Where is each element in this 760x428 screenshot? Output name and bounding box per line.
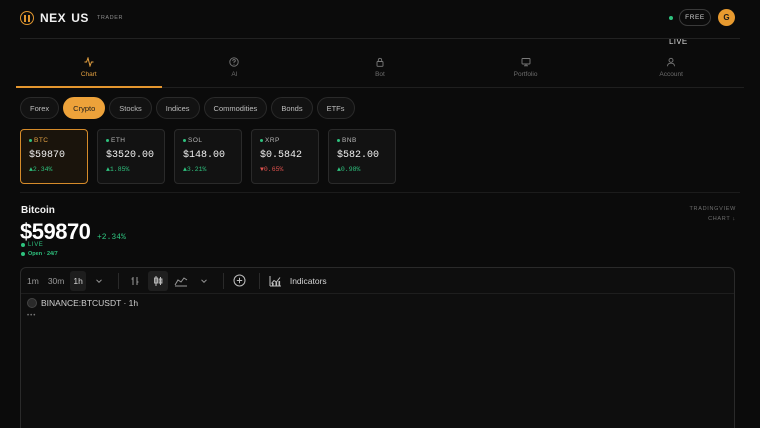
tab-forex[interactable]: Forex: [20, 97, 60, 119]
nav-label-chart: Chart: [80, 71, 97, 78]
nav-label-ai: AI: [231, 71, 238, 78]
chart-toolbar: 1m 30m 1h Indicators: [21, 268, 734, 294]
ticker-card-bnb[interactable]: BNB $582.00 ▲0.98%: [328, 129, 396, 184]
chart-symbol-label: BINANCE:BTCUSDT · 1h: [27, 298, 138, 308]
asset-name: Bitcoin: [21, 205, 55, 216]
tab-crypto[interactable]: Crypto: [63, 97, 106, 119]
section-divider: [20, 192, 740, 193]
tab-stocks[interactable]: Stocks: [109, 97, 152, 119]
nav-item-ai[interactable]: AI: [162, 50, 308, 87]
indicators-icon[interactable]: [266, 271, 286, 291]
interval-1m-button[interactable]: 1m: [24, 271, 42, 291]
asset-change: +2.34%: [97, 233, 126, 242]
avatar[interactable]: G: [718, 9, 735, 26]
ticker-price: $59870: [29, 150, 66, 161]
nav-label-bot: Bot: [375, 71, 385, 78]
ticker-change: ▲2.34%: [29, 166, 53, 173]
ticker-symbol: ETH: [106, 137, 156, 144]
interval-1h-button[interactable]: 1h: [70, 270, 86, 291]
interval-30m-button[interactable]: 30m: [45, 271, 68, 291]
ticker-price: $148.00: [183, 150, 226, 161]
ticker-symbol-text: BNB: [342, 137, 357, 144]
nav-label-portfolio: Portfolio: [513, 71, 538, 78]
chevron-down-icon[interactable]: [89, 271, 109, 291]
lock-icon: [375, 56, 385, 68]
ticker-card-eth[interactable]: ETH $3520.00 ▲1.85%: [97, 129, 165, 184]
ticker-price: $3520.00: [106, 150, 155, 161]
logo-icon: [20, 11, 34, 25]
bar-chart-style-icon[interactable]: [125, 271, 145, 291]
live-badge: LIVE: [21, 242, 43, 248]
session-status: Open · 24/7: [21, 251, 58, 257]
live-dot-icon: [183, 139, 186, 142]
ticker-symbol-text: SOL: [188, 137, 203, 144]
ticker-change: ▲0.98%: [337, 166, 361, 173]
tab-etfs[interactable]: ETFs: [316, 97, 355, 119]
market-tabs: Forex Crypto Stocks Indices Commodities …: [20, 97, 355, 119]
tradingview-chart-link[interactable]: TRADINGVIEW CHART ↓: [680, 204, 736, 224]
tab-bonds[interactable]: Bonds: [271, 97, 313, 119]
tradingview-label-line-1: TRADINGVIEW: [689, 206, 736, 212]
ticker-symbol-text: XRP: [265, 137, 280, 144]
brand-name-part-1: NEX: [40, 11, 67, 25]
area-chart-icon[interactable]: [171, 271, 191, 291]
ticker-change: ▼0.65%: [260, 166, 284, 173]
exchange-logo-icon: [27, 298, 37, 308]
chart-panel[interactable]: 1m 30m 1h Indicators BINANCE:BTCUSDT · 1…: [20, 267, 735, 428]
session-status-text: Open · 24/7: [28, 251, 58, 257]
main-nav: Chart AI Bot Portfolio Account: [16, 50, 744, 88]
tab-commodities[interactable]: Commodities: [203, 97, 268, 119]
add-circle-icon[interactable]: [230, 271, 250, 291]
nav-item-portfolio[interactable]: Portfolio: [453, 50, 599, 87]
ticker-symbol-text: ETH: [111, 137, 126, 144]
status-dot-icon: [21, 252, 25, 256]
nav-item-bot[interactable]: Bot: [307, 50, 453, 87]
tab-indices[interactable]: Indices: [155, 97, 200, 119]
plan-badge-button[interactable]: FREE: [679, 9, 711, 26]
indicators-button[interactable]: Indicators: [290, 276, 327, 286]
ticker-symbol-text: BTC: [34, 137, 49, 144]
brand-name-part-2: US: [71, 11, 89, 25]
live-dot-icon: [29, 139, 32, 142]
ticker-symbol: XRP: [260, 137, 310, 144]
toolbar-separator: [117, 272, 119, 289]
live-badge-text: LIVE: [28, 242, 44, 248]
tradingview-label-line-2: CHART ↓: [708, 216, 736, 222]
ticker-price: $582.00: [337, 150, 380, 161]
monitor-icon: [521, 56, 531, 68]
live-status-dot: [669, 16, 673, 20]
ticker-change: ▲1.85%: [106, 166, 130, 173]
chart-symbol-text: BINANCE:BTCUSDT · 1h: [41, 298, 139, 308]
ticker-symbol: BNB: [337, 137, 387, 144]
top-bar: NEX US TRADER: [0, 0, 760, 36]
ticker-card-btc[interactable]: BTC $59870 ▲2.34%: [20, 129, 88, 184]
help-circle-icon: [229, 56, 240, 68]
activity-icon: [84, 56, 94, 68]
live-dot-icon: [106, 139, 109, 142]
chevron-down-icon[interactable]: [194, 271, 214, 291]
loading-indicator: •••: [27, 313, 37, 319]
brand-tagline: TRADER: [96, 15, 124, 21]
brand-name[interactable]: NEX US: [40, 11, 89, 25]
toolbar-separator: [222, 272, 224, 289]
nav-item-chart[interactable]: Chart: [16, 50, 162, 88]
ticker-cards: BTC $59870 ▲2.34% ETH $3520.00 ▲1.85% SO…: [20, 129, 396, 184]
candlestick-icon[interactable]: [147, 270, 168, 291]
ticker-card-sol[interactable]: SOL $148.00 ▲3.21%: [174, 129, 242, 184]
nav-label-account: Account: [659, 71, 683, 78]
ticker-symbol: BTC: [29, 137, 79, 144]
ticker-symbol: SOL: [183, 137, 233, 144]
live-dot-icon: [21, 243, 25, 247]
live-dot-icon: [337, 139, 340, 142]
header-divider: [20, 38, 740, 39]
ticker-change: ▲3.21%: [183, 166, 207, 173]
ticker-card-xrp[interactable]: XRP $0.5842 ▼0.65%: [251, 129, 319, 184]
nav-item-account[interactable]: Account: [598, 50, 744, 87]
ticker-price: $0.5842: [260, 150, 303, 161]
toolbar-separator: [258, 272, 260, 289]
user-icon: [666, 56, 676, 68]
live-dot-icon: [260, 139, 263, 142]
